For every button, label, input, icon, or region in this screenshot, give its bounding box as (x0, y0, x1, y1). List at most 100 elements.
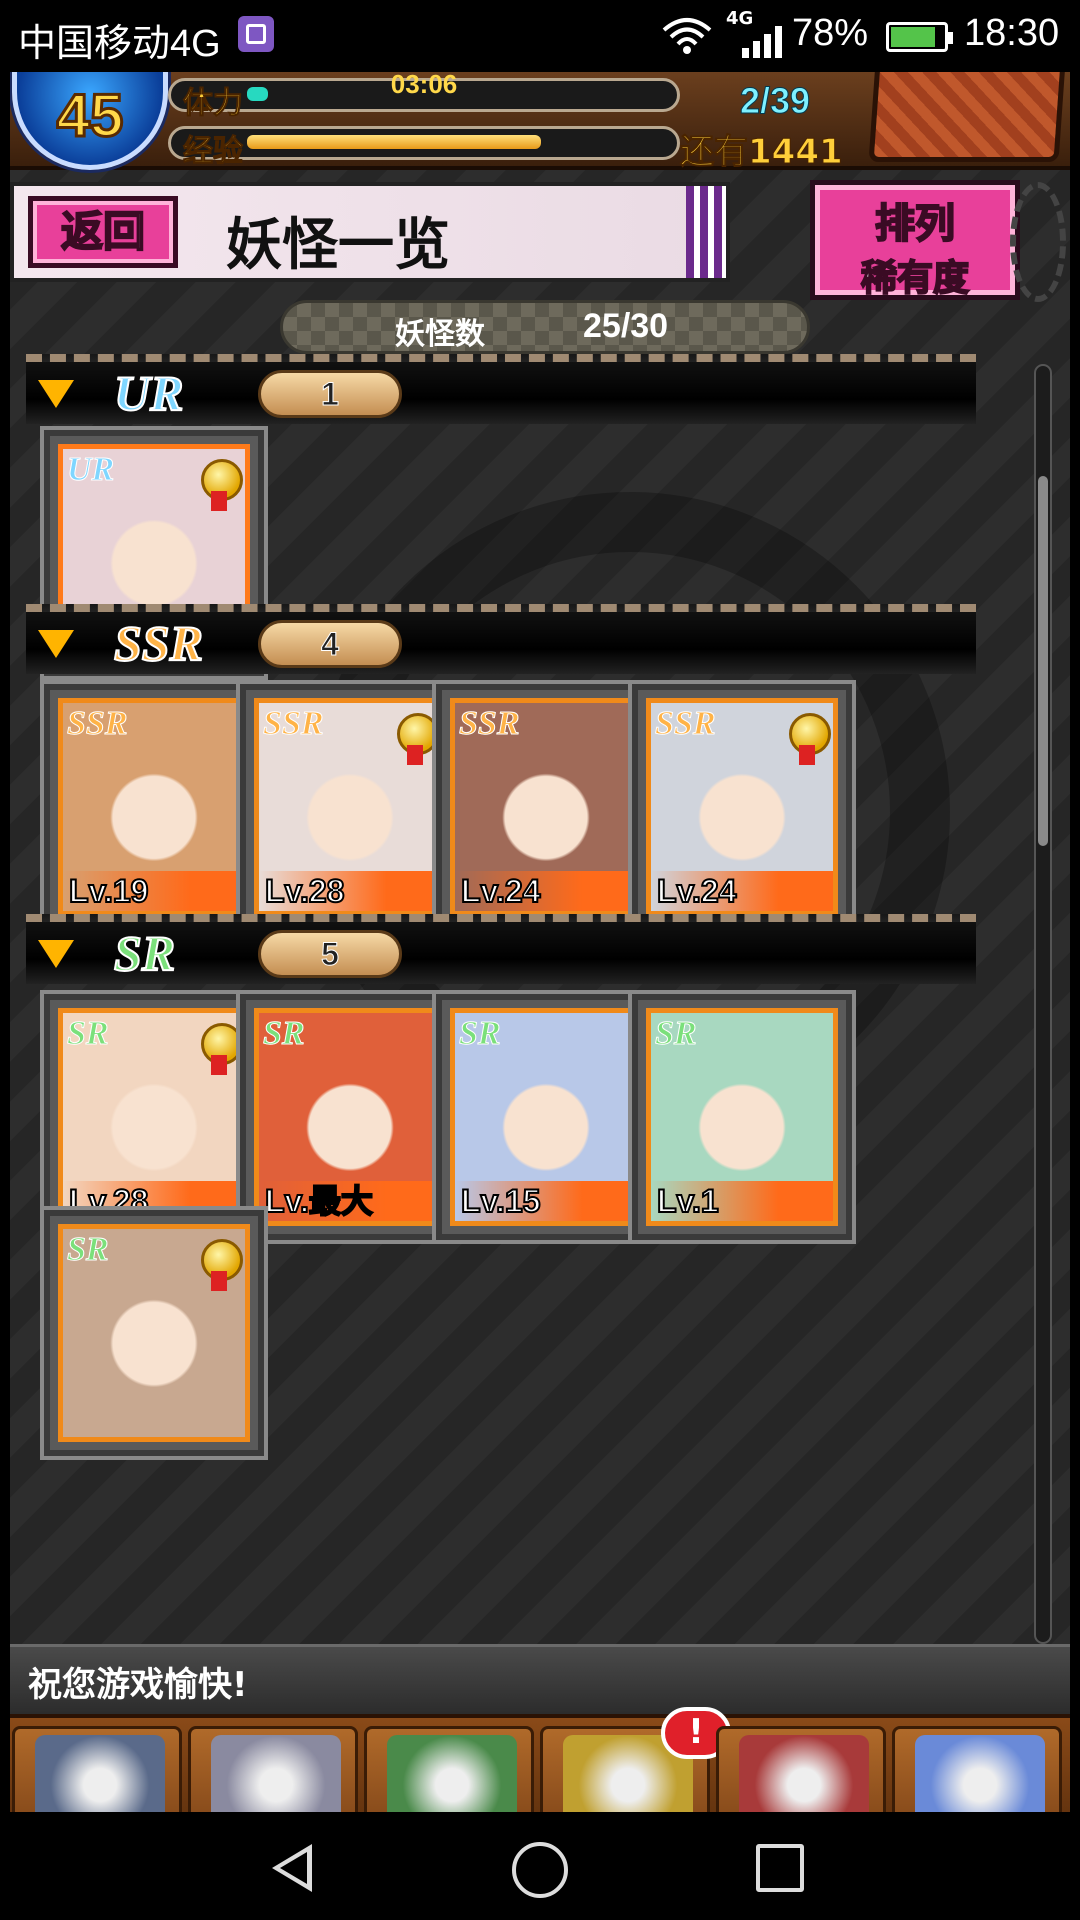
battery-icon (886, 22, 953, 52)
card-level: Lv.24 (455, 871, 637, 911)
yokai-count-label: 妖怪数 (395, 317, 485, 352)
card-rarity: SR (67, 1231, 110, 1269)
card-frame: SSR Lv.28 (254, 698, 446, 916)
card-rarity: SSR (459, 705, 520, 743)
stamina-timer: 03:06 (390, 72, 458, 99)
crystal-orb-icon (915, 1735, 1045, 1812)
nav-shop[interactable]: 商店 (892, 1726, 1062, 1812)
fox-girl-icon (739, 1735, 869, 1812)
card-level: Lv.最大 (259, 1181, 441, 1221)
magnifier-map-icon (211, 1735, 341, 1812)
collapse-triangle-icon[interactable] (38, 380, 74, 408)
scrollbar-thumb[interactable] (1038, 476, 1048, 846)
nav-yokai[interactable]: 妖怪 (364, 1726, 534, 1812)
back-button[interactable]: 返回 (28, 196, 178, 268)
yokai-card[interactable]: SR Lv.最大 (236, 990, 464, 1244)
yokai-card[interactable]: SSR Lv.19 (40, 680, 268, 934)
system-home-icon[interactable] (512, 1842, 568, 1898)
gear-decoration-icon (1010, 182, 1066, 302)
system-back-icon[interactable] (272, 1844, 312, 1892)
yokai-card[interactable]: SR Lv.15 (432, 990, 660, 1244)
nav-friends[interactable]: 妖友 (716, 1726, 886, 1812)
medal-icon (395, 705, 439, 765)
signal-icon (742, 26, 782, 58)
nav-mansion[interactable]: 宅邸 (12, 1726, 182, 1812)
stamina-count: 2/39 (739, 80, 811, 122)
medal-icon (199, 1231, 243, 1291)
rarity-count: 5 (258, 930, 402, 978)
system-nav-bar (0, 1812, 1080, 1920)
rarity-header-ssr[interactable]: SSR 4 (26, 604, 976, 674)
card-frame: SSR Lv.19 (58, 698, 250, 916)
level-badge[interactable]: 45 (12, 72, 168, 170)
nav-explore[interactable]: 探索 (188, 1726, 358, 1812)
stamina-bar: 体力 03:06 (168, 72, 680, 122)
card-rarity: UR (66, 451, 115, 489)
banner-stripes (686, 186, 726, 278)
system-recents-icon[interactable] (756, 1844, 804, 1892)
collapse-triangle-icon[interactable] (38, 940, 74, 968)
card-level: Lv.28 (259, 871, 441, 911)
scrollbar[interactable] (1034, 364, 1052, 1644)
rarity-header-sr[interactable]: SR 5 (26, 914, 976, 984)
sort-label: 排列 (874, 200, 956, 248)
card-rarity: SR (655, 1015, 698, 1053)
card-rarity: SSR (263, 705, 324, 743)
exp-fill (247, 135, 541, 149)
gallery-notification-icon (238, 16, 274, 52)
game-view: 45 体力 03:06 2/39 经验 还有1441 返回 妖怪一览 排列 稀有… (10, 72, 1070, 1812)
exp-remaining: 还有1441 (680, 132, 844, 173)
card-frame: SR Lv.15 (450, 1008, 642, 1226)
player-header: 45 体力 03:06 2/39 经验 还有1441 (10, 72, 1070, 173)
card-frame: SR Lv.1 (646, 1008, 838, 1226)
yokai-card[interactable]: SR Lv.1 (628, 990, 856, 1244)
exp-bar: 经验 (168, 126, 680, 170)
card-level: Lv.24 (651, 871, 833, 911)
app-screen: 中国移动4G 4G 78% 18:30 45 体力 03:06 2/39 经验 … (0, 0, 1080, 1920)
status-bar: 中国移动4G 4G 78% 18:30 (0, 0, 1080, 72)
page-title: 妖怪一览 (226, 212, 450, 278)
yokai-card[interactable]: SSR Lv.24 (432, 680, 660, 934)
mansion-icon (35, 1735, 165, 1812)
sort-value: 稀有度 (860, 257, 970, 300)
yokai-card[interactable]: SSR Lv.28 (236, 680, 464, 934)
yokai-count: 妖怪数 25/30 (280, 300, 810, 354)
card-rarity: SSR (67, 705, 128, 743)
yokai-count-value: 25/30 (583, 307, 669, 345)
collapse-triangle-icon[interactable] (38, 630, 74, 658)
card-rarity: SR (263, 1015, 306, 1053)
bottom-nav: 宅邸探索妖怪召唤!妖友商店 (10, 1707, 1070, 1812)
player-level: 45 (55, 81, 125, 151)
message-bar: 祝您游戏愉快! (10, 1644, 1070, 1714)
card-rarity: SR (459, 1015, 502, 1053)
nav-summon[interactable]: 召唤! (540, 1707, 731, 1812)
card-level: Lv.15 (455, 1181, 637, 1221)
clock: 18:30 (964, 12, 1060, 54)
rarity-header-ur[interactable]: UR 1 (26, 354, 976, 424)
yokai-list[interactable]: UR1URLv.26SSR4SSRLv.19SSRLv.28SSRLv.24SS… (10, 354, 1070, 1644)
sort-button[interactable]: 排列 稀有度 (810, 180, 1020, 300)
card-rarity: SSR (655, 705, 716, 743)
card-frame: SR (58, 1224, 250, 1442)
card-frame: SR Lv.28 (58, 1008, 250, 1226)
rarity-label: SR (113, 924, 176, 982)
rarity-count: 1 (258, 370, 402, 418)
battery-percent: 78% (792, 12, 869, 54)
exp-label: 经验 (183, 134, 244, 170)
card-frame: SSR Lv.24 (646, 698, 838, 916)
title-banner: 返回 妖怪一览 (10, 182, 730, 282)
yokai-card[interactable]: SSR Lv.24 (628, 680, 856, 934)
scroll-icon (387, 1735, 517, 1812)
yokai-card[interactable]: SR (40, 1206, 268, 1460)
rarity-label: UR (113, 364, 184, 422)
carrier-label: 中国移动4G (18, 23, 221, 65)
card-frame: SSR Lv.24 (450, 698, 642, 916)
treasure-chest-icon[interactable] (868, 72, 1066, 162)
medal-icon (199, 451, 243, 511)
card-level: Lv.19 (63, 871, 245, 911)
rarity-label: SSR (113, 614, 204, 672)
wifi-icon (662, 18, 712, 54)
card-frame: SR Lv.最大 (254, 1008, 446, 1226)
card-rarity: SR (67, 1015, 110, 1053)
medal-icon (787, 705, 831, 765)
